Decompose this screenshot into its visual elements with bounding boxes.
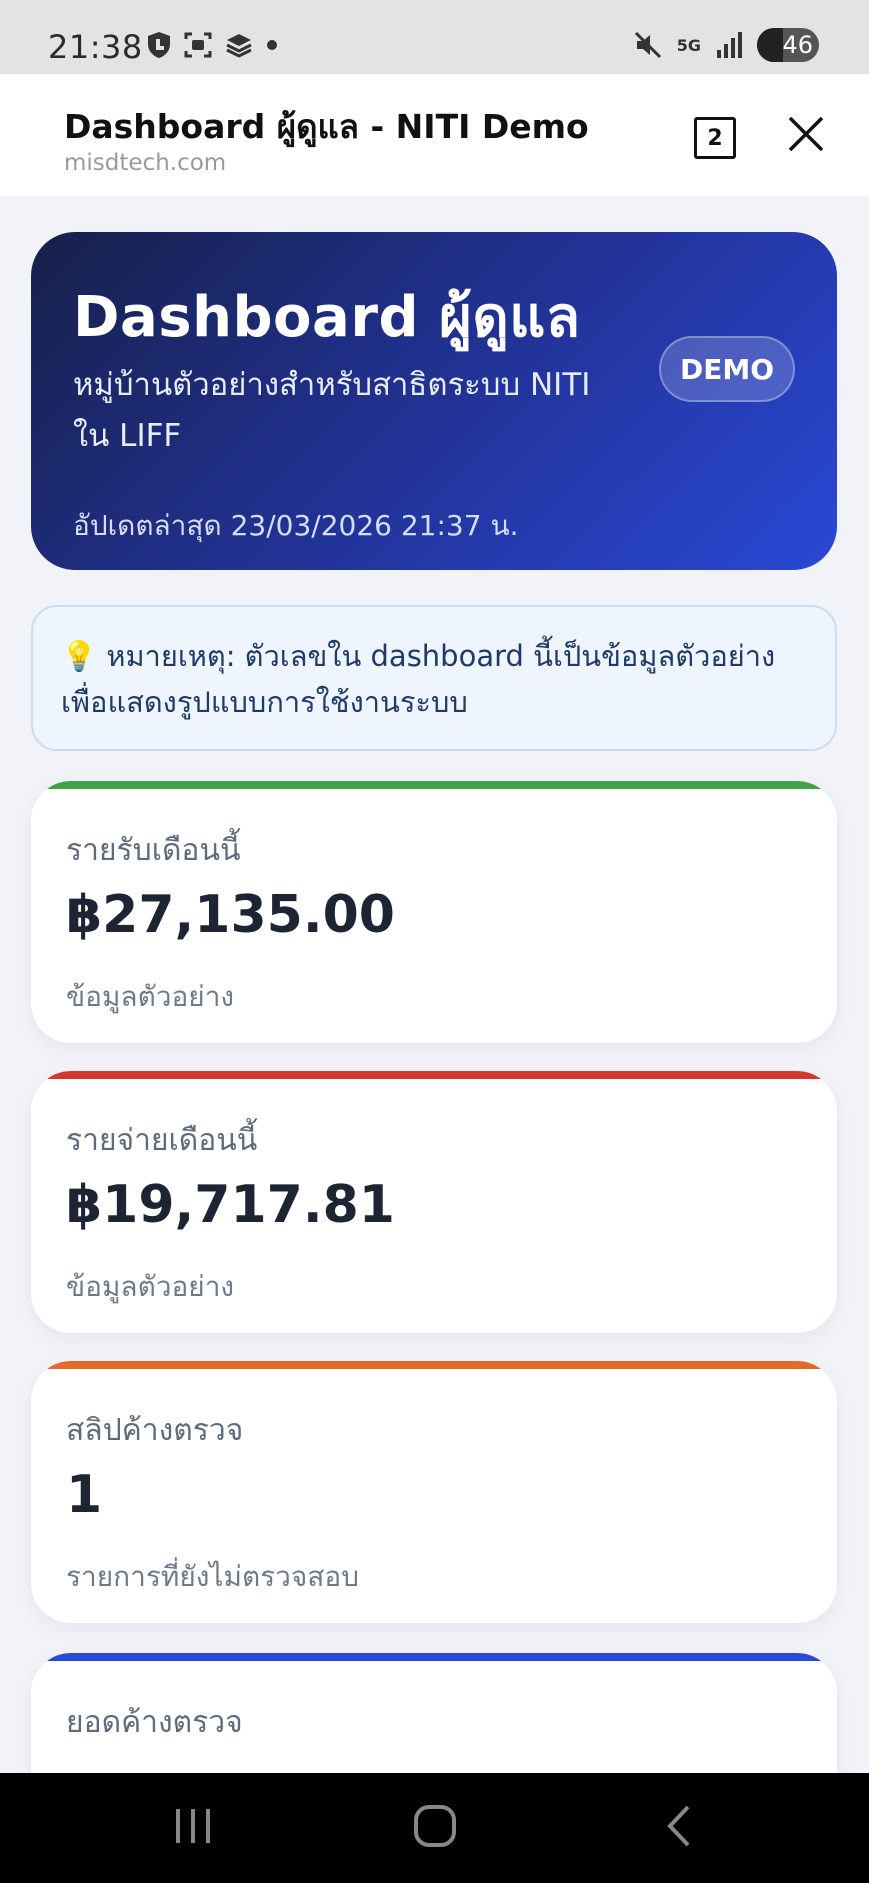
pending-slips-card: สลิปค้างตรวจ 1 รายการที่ยังไม่ตรวจสอบ [31, 1361, 837, 1623]
close-icon[interactable] [786, 114, 826, 154]
stack-icon [226, 34, 252, 58]
home-icon[interactable] [412, 1801, 458, 1851]
expense-card: รายจ่ายเดือนนี้ ฿19,717.81 ข้อมูลตัวอย่า… [31, 1071, 837, 1333]
screenshot-icon [184, 32, 212, 58]
recent-apps-icon[interactable] [172, 1801, 214, 1851]
tab-count-button[interactable]: 2 [694, 117, 736, 159]
card-accent [31, 1071, 837, 1079]
card-note: ข้อมูลตัวอย่าง [66, 980, 235, 1013]
system-nav-bar [0, 1773, 869, 1883]
pending-amount-card: ยอดค้างตรวจ [31, 1653, 837, 1773]
note-box: 💡 หมายเหตุ: ตัวเลขใน dashboard นี้เป็นข้… [31, 605, 837, 751]
hero-card: Dashboard ผู้ดูแล หมู่บ้านตัวอย่างสำหรับ… [31, 232, 837, 570]
network-label: 5G [676, 35, 701, 55]
status-left-icons [145, 30, 279, 60]
card-value: ฿19,717.81 [66, 1175, 395, 1235]
signal-icon [717, 32, 742, 58]
status-right-icons: 5G 46 [633, 28, 819, 62]
income-card: รายรับเดือนนี้ ฿27,135.00 ข้อมูลตัวอย่าง [31, 781, 837, 1043]
main-content[interactable]: Dashboard ผู้ดูแล หมู่บ้านตัวอย่างสำหรับ… [0, 196, 869, 1773]
page-url: misdtech.com [64, 150, 227, 176]
card-note: รายการที่ยังไม่ตรวจสอบ [66, 1560, 359, 1593]
card-label: ยอดค้างตรวจ [66, 1705, 243, 1740]
status-time: 21:38 [48, 28, 143, 66]
page-title: Dashboard ผู้ดูแล - NITI Demo [64, 107, 589, 146]
mute-icon [634, 31, 661, 59]
card-label: สลิปค้างตรวจ [66, 1413, 244, 1448]
card-accent [31, 1361, 837, 1369]
battery-icon: 46 [757, 28, 819, 62]
card-note: ข้อมูลตัวอย่าง [66, 1270, 235, 1303]
card-label: รายจ่ายเดือนนี้ [66, 1123, 258, 1158]
last-updated: อัปเดตล่าสุด 23/03/2026 21:37 น. [73, 509, 519, 542]
back-icon[interactable] [660, 1801, 696, 1851]
card-value: 1 [66, 1465, 103, 1525]
battery-level: 46 [782, 31, 813, 59]
status-bar: 21:38 5G 46 [0, 0, 869, 74]
hero-subtitle: หมู่บ้านตัวอย่างสำหรับสาธิตระบบ NITI ใน … [73, 367, 591, 454]
shield-icon [148, 32, 170, 58]
card-label: รายรับเดือนนี้ [66, 833, 241, 868]
card-value: ฿27,135.00 [66, 885, 395, 945]
card-accent [31, 781, 837, 789]
hero-title: Dashboard ผู้ดูแล [73, 285, 581, 350]
demo-badge: DEMO [659, 336, 795, 402]
dot-icon [267, 40, 277, 50]
card-accent [31, 1653, 837, 1661]
